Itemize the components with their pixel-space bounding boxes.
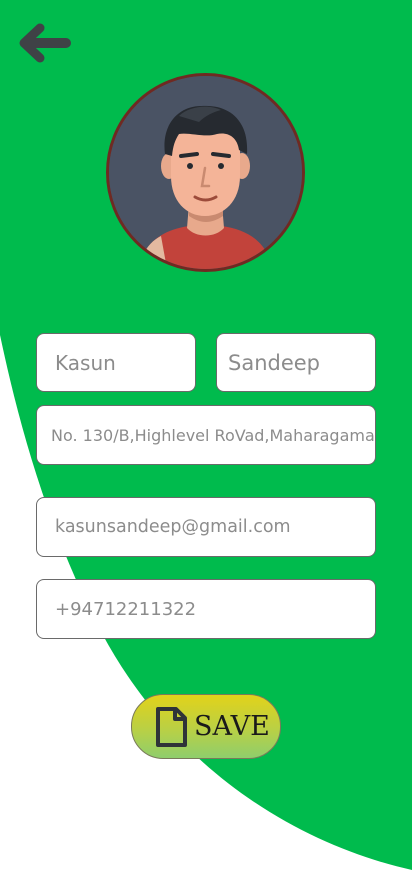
arrow-left-icon bbox=[19, 23, 71, 63]
profile-avatar[interactable] bbox=[106, 73, 305, 272]
last-name-value: Sandeep bbox=[228, 350, 321, 375]
save-button[interactable]: SAVE bbox=[131, 694, 281, 759]
back-button[interactable] bbox=[18, 22, 74, 64]
email-field[interactable]: kasunsandeep@gmail.com bbox=[36, 497, 376, 557]
last-name-field[interactable]: Sandeep bbox=[216, 333, 376, 392]
email-value: kasunsandeep@gmail.com bbox=[55, 517, 291, 537]
first-name-value: Kasun bbox=[55, 350, 116, 375]
phone-field[interactable]: +94712211322 bbox=[36, 579, 376, 639]
address-field[interactable]: No. 130/B,Highlevel RoVad,Maharagama. bbox=[36, 405, 376, 465]
first-name-field[interactable]: Kasun bbox=[36, 333, 196, 392]
save-label: SAVE bbox=[194, 711, 270, 742]
document-icon bbox=[156, 706, 187, 747]
male-avatar-illustration bbox=[109, 76, 302, 269]
phone-value: +94712211322 bbox=[55, 598, 197, 620]
address-value: No. 130/B,Highlevel RoVad,Maharagama. bbox=[51, 425, 376, 445]
